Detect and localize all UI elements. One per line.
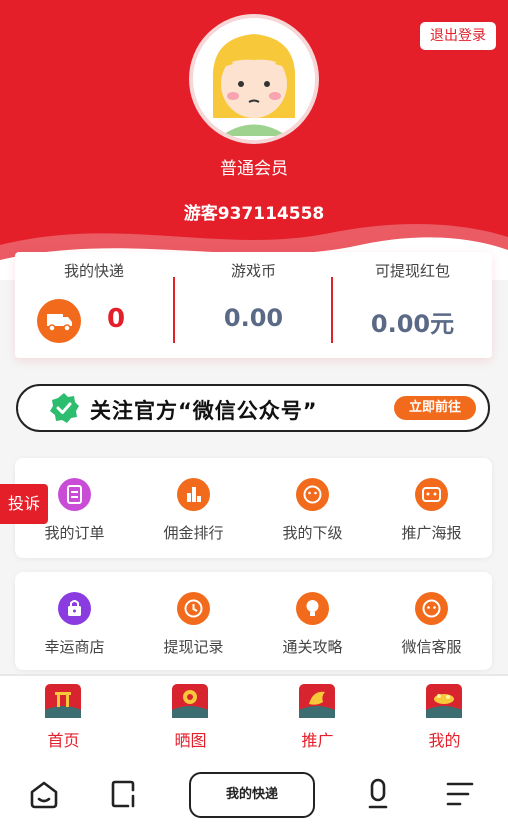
- grid-label: 我的订单: [44, 524, 105, 542]
- go-now-button[interactable]: 立即前往: [394, 396, 476, 420]
- tab-label: 晒图: [174, 731, 207, 750]
- showcase-tab-icon: [172, 684, 208, 718]
- customer-service-icon: [415, 592, 448, 625]
- stat-redpacket[interactable]: 可提现红包 0.00元: [333, 252, 492, 358]
- follow-text: 关注官方“微信公众号”: [90, 399, 318, 423]
- stat-express-value: 0: [107, 304, 126, 334]
- cartoon-girl-avatar-icon: [193, 18, 315, 140]
- grid-label: 微信客服: [401, 638, 462, 656]
- order-icon: [58, 478, 91, 511]
- grid-item-commission-ranking[interactable]: 佣金排行: [134, 458, 253, 558]
- avatar[interactable]: [189, 14, 319, 144]
- mine-tab-icon: [426, 684, 462, 718]
- follow-wechat-banner[interactable]: 关注官方“微信公众号” 立即前往: [16, 384, 490, 432]
- stat-express-label: 我的快递: [63, 262, 124, 280]
- grid-item-lucky-shop[interactable]: 幸运商店: [15, 572, 134, 670]
- grid-label: 佣金排行: [163, 524, 224, 542]
- tab-label: 推广: [301, 731, 334, 750]
- grid-label: 幸运商店: [44, 638, 105, 656]
- profile-header: 退出登录 普通会员 游客937114558: [0, 0, 508, 280]
- stat-redpacket-label: 可提现红包: [374, 262, 450, 280]
- assistant-pill-button[interactable]: 我的快递: [189, 772, 315, 818]
- recent-apps-icon[interactable]: [104, 774, 144, 814]
- tab-home[interactable]: 首页: [0, 676, 127, 756]
- delivery-truck-icon: [37, 299, 81, 343]
- ranking-icon: [177, 478, 210, 511]
- home-tab-icon: [45, 684, 81, 718]
- tab-label: 我的: [428, 731, 461, 750]
- downline-icon: [296, 478, 329, 511]
- guide-icon: [296, 592, 329, 625]
- tab-mine[interactable]: 我的: [381, 676, 508, 756]
- bottom-tab-bar: 首页 晒图 推广 我的: [0, 674, 508, 754]
- tab-promote[interactable]: 推广: [254, 676, 381, 756]
- verified-badge-icon: [50, 393, 79, 423]
- menu-icon[interactable]: [440, 774, 480, 814]
- grid-item-wechat-service[interactable]: 微信客服: [372, 572, 491, 670]
- grid-item-promo-poster[interactable]: 推广海报: [372, 458, 491, 558]
- tab-showcase[interactable]: 晒图: [127, 676, 254, 756]
- grid-label: 通关攻略: [282, 638, 343, 656]
- withdraw-record-icon: [177, 592, 210, 625]
- shop-icon: [58, 592, 91, 625]
- microphone-icon[interactable]: [358, 774, 398, 814]
- member-level: 普通会员: [220, 159, 288, 179]
- stat-express[interactable]: 我的快递 0: [15, 252, 173, 358]
- home-icon[interactable]: [24, 774, 64, 814]
- grid-item-my-downline[interactable]: 我的下级: [253, 458, 372, 558]
- poster-icon: [415, 478, 448, 511]
- complaint-button[interactable]: 投诉: [0, 484, 48, 524]
- logout-button[interactable]: 退出登录: [420, 22, 496, 50]
- promote-tab-icon: [299, 684, 335, 718]
- stats-card: 我的快递 0 游戏币 0.00 可提现红包 0.00元: [15, 252, 492, 358]
- grid-label: 推广海报: [401, 524, 462, 542]
- grid-label: 提现记录: [163, 638, 224, 656]
- grid-item-withdraw-record[interactable]: 提现记录: [134, 572, 253, 670]
- stat-coins-label: 游戏币: [230, 262, 276, 280]
- feature-grid-row-2: 幸运商店 提现记录 通关攻略 微信客服: [15, 572, 492, 670]
- user-name: 游客937114558: [183, 204, 325, 224]
- feature-grid-row-1: 我的订单 佣金排行 我的下级 推广海报: [15, 458, 492, 558]
- tab-label: 首页: [47, 731, 80, 750]
- stat-redpacket-value: 0.00元: [370, 310, 455, 338]
- grid-label: 我的下级: [282, 524, 343, 542]
- system-navigation-bar: 我的快递: [0, 754, 508, 831]
- grid-item-clearance-guide[interactable]: 通关攻略: [253, 572, 372, 670]
- stat-coins-value: 0.00: [223, 304, 284, 332]
- stat-coins[interactable]: 游戏币 0.00: [175, 252, 332, 358]
